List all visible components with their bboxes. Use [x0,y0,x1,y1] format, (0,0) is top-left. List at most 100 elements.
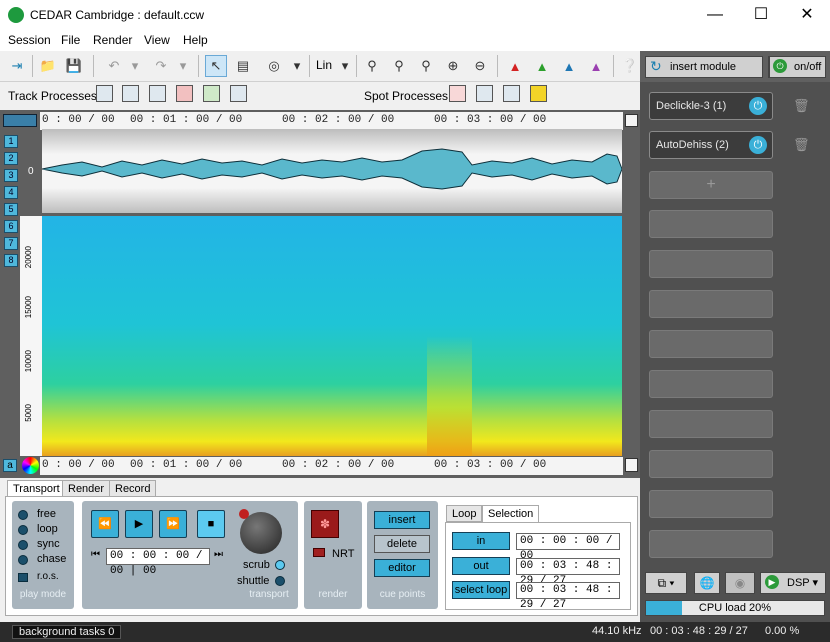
delete-module-icon[interactable]: 🗑 [793,137,810,152]
empty-module-slot[interactable] [649,530,773,558]
menu-render[interactable]: Render [93,33,132,47]
empty-module-slot[interactable] [649,210,773,238]
selection-in-time[interactable]: 00 : 00 : 00 / 00 [516,533,620,562]
cue-insert-button[interactable]: insert [374,511,430,529]
radio-shuttle[interactable] [275,576,285,586]
marker-purple-icon[interactable]: ▲ [585,55,607,77]
channel-button-1[interactable]: 1 [4,135,18,148]
marker-green-icon[interactable]: ▲ [531,55,553,77]
delete-module-icon[interactable]: 🗑 [793,98,810,113]
module-slot-2[interactable]: AutoDehiss (2) ⏻ [649,131,773,159]
selection-out-button[interactable]: out [452,557,510,575]
tab-record[interactable]: Record [109,480,157,497]
menu-view[interactable]: View [144,33,170,47]
channel-button-7[interactable]: 7 [4,237,18,250]
empty-module-slot[interactable] [649,370,773,398]
empty-module-slot[interactable] [649,410,773,438]
selection-loop-time[interactable]: 00 : 03 : 48 : 29 / 27 [516,582,620,611]
empty-module-slot[interactable] [649,290,773,318]
menu-file[interactable]: File [61,33,80,47]
zoom-out-icon[interactable]: ⊖ [469,55,491,77]
play-button[interactable]: ▶ [125,510,153,538]
track-process-icon-5[interactable] [203,85,220,102]
disc-icon[interactable]: ◉ [725,572,755,594]
radio-loop[interactable] [18,525,28,535]
selection-in-button[interactable]: in [452,532,510,550]
waveform-view[interactable] [41,129,623,213]
redo-icon[interactable]: ↷ [150,55,172,77]
channel-button-6[interactable]: 6 [4,220,18,233]
scale-select[interactable]: Lin [316,58,332,72]
ros-checkbox[interactable] [18,573,28,582]
help-icon[interactable]: ❔ [619,55,641,77]
marker-blue-icon[interactable]: ▲ [558,55,580,77]
render-button[interactable]: ✽ [311,510,339,538]
empty-module-slot[interactable] [649,330,773,358]
channel-button-5[interactable]: 5 [4,203,18,216]
cue-editor-button[interactable]: editor [374,559,430,577]
channel-button-8[interactable]: 8 [4,254,18,267]
nrt-checkbox[interactable] [313,548,325,557]
radio-chase[interactable] [18,555,28,565]
channel-selector-button[interactable] [3,114,37,127]
scale-dropdown-icon[interactable]: ▾ [338,55,352,77]
tab-render[interactable]: Render [62,480,111,497]
module-power-icon[interactable]: ⏻ [749,136,767,154]
spot-process-icon-1[interactable] [449,85,466,102]
zoom-full-icon[interactable]: ⚲ [415,55,437,77]
track-process-icon-4[interactable] [176,85,193,102]
module-power-icon[interactable]: ⏻ [749,97,767,115]
zoom-fit-icon[interactable]: ⚲ [361,55,383,77]
redo-dropdown-icon[interactable]: ▾ [176,55,190,77]
undo-dropdown-icon[interactable]: ▾ [128,55,142,77]
close-button[interactable]: ✕ [784,0,830,30]
empty-module-slot[interactable] [649,250,773,278]
bottom-timeline[interactable]: 0 : 00 / 00 00 : 01 : 00 / 00 00 : 02 : … [40,457,623,475]
maximize-button[interactable]: ☐ [738,0,784,30]
save-icon[interactable]: 💾 [63,55,85,77]
open-folder-icon[interactable]: 📁 [37,55,59,77]
timecode-tool-icon[interactable]: ▤ [232,55,254,77]
tab-transport[interactable]: Transport [7,480,66,497]
rewind-button[interactable]: ⏪ [91,510,119,538]
colour-palette-icon[interactable] [22,457,39,474]
empty-module-slot[interactable] [649,490,773,518]
track-process-icon-1[interactable] [96,85,113,102]
menu-help[interactable]: Help [183,33,208,47]
tab-loop[interactable]: Loop [446,505,483,522]
channel-button-3[interactable]: 3 [4,169,18,182]
zoom-dropdown-icon[interactable]: ▾ [290,55,304,77]
marker-red-icon[interactable]: ▲ [504,55,526,77]
menu-session[interactable]: Session [8,33,51,47]
track-process-icon-3[interactable] [149,85,166,102]
add-module-slot[interactable]: + [649,171,773,199]
tab-selection[interactable]: Selection [482,505,540,522]
channel-button-a[interactable]: a [3,459,17,472]
pin-icon[interactable]: ⇥ [6,55,28,77]
go-to-start-icon[interactable]: ⏮ [91,549,100,560]
timeline-end-marker-icon[interactable] [625,458,638,472]
select-loop-button[interactable]: select loop [452,581,510,599]
radio-scrub[interactable] [275,560,285,570]
stop-button[interactable]: ■ [197,510,225,538]
network-globe-icon[interactable]: 🌐 [694,572,720,594]
top-timeline[interactable]: 0 : 00 / 00 00 : 01 : 00 / 00 00 : 02 : … [40,112,623,130]
zoom-in-icon[interactable]: ⊕ [442,55,464,77]
channel-button-2[interactable]: 2 [4,152,18,165]
timeline-end-marker-icon[interactable] [625,114,638,127]
zoom-cursor-icon[interactable]: ◎ [263,55,285,77]
selection-out-time[interactable]: 00 : 03 : 48 : 29 / 27 [516,558,620,587]
zoom-selection-icon[interactable]: ⚲ [388,55,410,77]
layout-icon[interactable]: ⧉ ▾ [645,572,687,594]
radio-free[interactable] [18,510,28,520]
spectrogram-view[interactable] [42,216,622,456]
fast-forward-button[interactable]: ⏩ [159,510,187,538]
cue-delete-button[interactable]: delete [374,535,430,553]
go-to-end-icon[interactable]: ⏭ [214,549,223,560]
channel-button-4[interactable]: 4 [4,186,18,199]
pointer-tool-icon[interactable]: ↖ [205,55,227,77]
empty-module-slot[interactable] [649,450,773,478]
module-slot-1[interactable]: Declickle-3 (1) ⏻ [649,92,773,120]
spot-process-icon-3[interactable] [503,85,520,102]
undo-icon[interactable]: ↶ [103,55,125,77]
